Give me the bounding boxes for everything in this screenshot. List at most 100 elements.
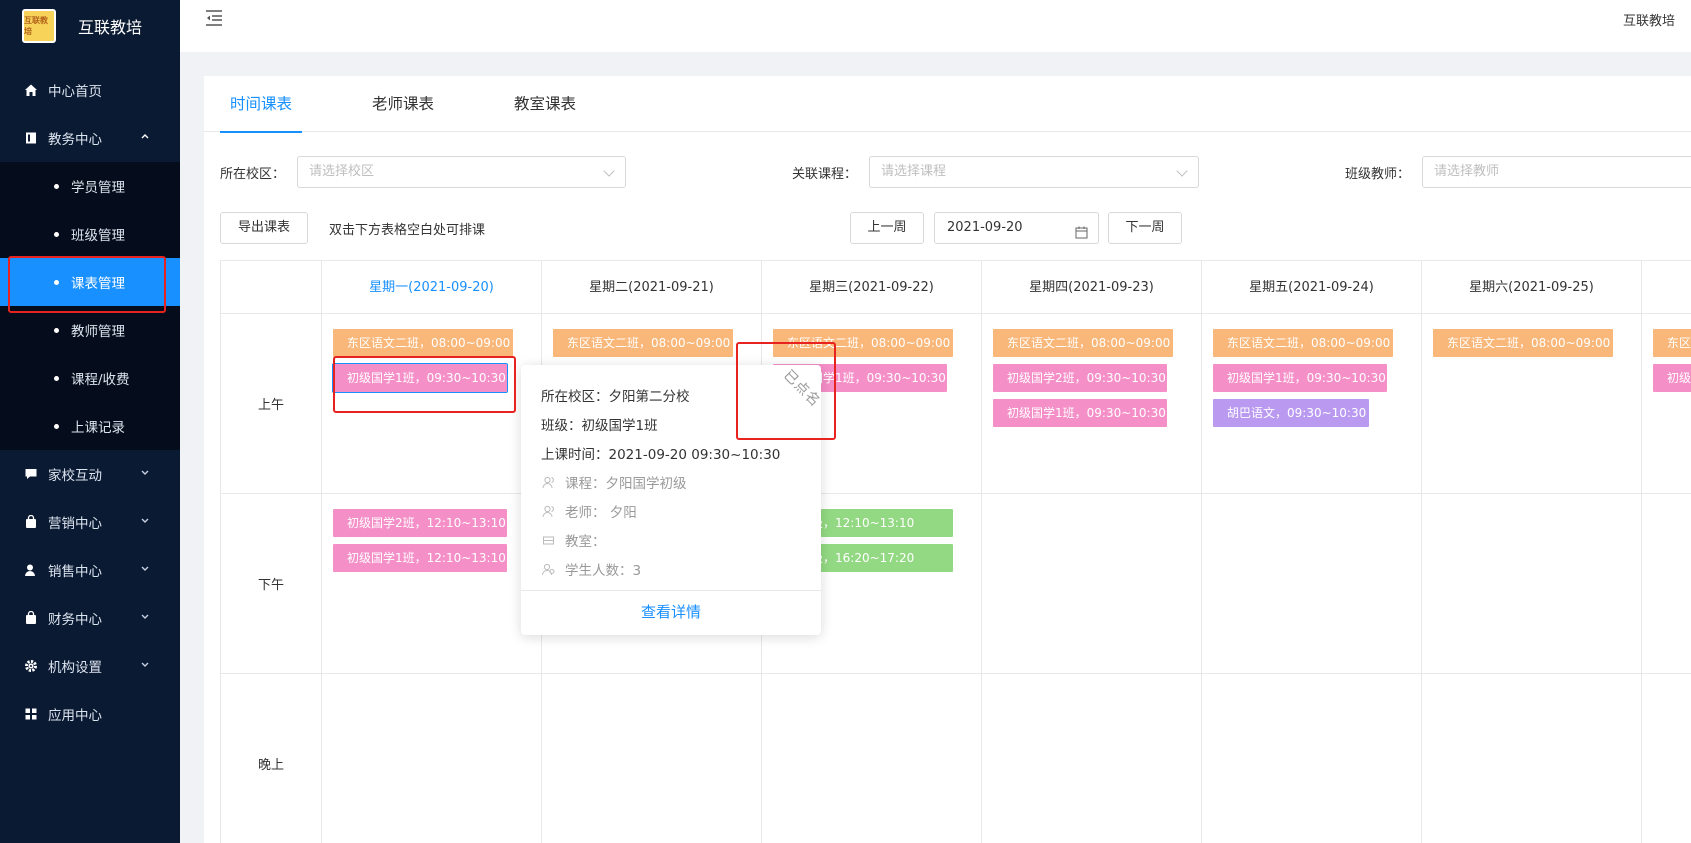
- sidebar-item-settings[interactable]: 机构设置: [0, 642, 180, 690]
- sidebar-item-marketing[interactable]: 营销中心: [0, 498, 180, 546]
- course-block[interactable]: 东区语文二班，08:00~09:00: [333, 329, 513, 357]
- bullet-icon: [54, 231, 59, 237]
- course-block[interactable]: 东区: [1653, 329, 1691, 357]
- stamp-text: 已点名: [780, 367, 824, 411]
- prev-week-button[interactable]: 上一周: [850, 212, 924, 244]
- schedule-hint: 双击下方表格空白处可排课: [329, 223, 486, 238]
- schedule-cell[interactable]: [982, 494, 1202, 674]
- popover-class: 班级：初级国学1班: [541, 418, 658, 434]
- course-block[interactable]: 初级国学2班，12:10~13:10: [333, 509, 507, 537]
- attendance-stamp: 已点名: [740, 350, 840, 430]
- sidebar-item-apps[interactable]: 应用中心: [0, 690, 180, 738]
- main-panel: 时间课表 老师课表 教室课表 所在校区： 请选择校区 关联课程： 请选择课程 班…: [204, 76, 1691, 843]
- course-block[interactable]: 东区语文二班，08:00~09:00: [1433, 329, 1613, 357]
- bullet-icon: [54, 183, 59, 189]
- week-date-picker[interactable]: 2021-09-20: [934, 212, 1099, 244]
- course-block[interactable]: 胡巴语文，09:30~10:30: [1213, 399, 1369, 427]
- schedule-cell[interactable]: [982, 674, 1202, 843]
- user-icon: [541, 475, 555, 489]
- popover-students-text: 学生人数：3: [565, 563, 642, 579]
- course-block[interactable]: 初级国学1班，09:30~10:30: [1213, 364, 1387, 392]
- campus-select[interactable]: 请选择校区: [297, 156, 626, 188]
- schedule-cell[interactable]: [762, 674, 982, 843]
- day-header-sat: 星期六(2021-09-25): [1422, 261, 1642, 314]
- period-label: 上午: [257, 398, 284, 413]
- sidebar-item-label: 学员管理: [71, 180, 125, 196]
- course-block[interactable]: 初级国学1班，12:10~13:10: [333, 544, 507, 572]
- course-block[interactable]: 东区语文二班，08:00~09:00: [993, 329, 1173, 357]
- teacher-label: 班级教师：: [1345, 167, 1411, 182]
- sidebar-item-teachers[interactable]: 教师管理: [0, 306, 180, 354]
- schedule-cell[interactable]: [542, 674, 762, 843]
- sidebar-item-finance[interactable]: 财务中心: [0, 594, 180, 642]
- sidebar-item-label: 销售中心: [48, 564, 102, 580]
- schedule-cell[interactable]: [1202, 674, 1422, 843]
- sidebar-item-label: 班级管理: [71, 228, 125, 244]
- wallet-icon: [24, 611, 38, 625]
- popover-course-text: 课程：夕阳国学初级: [565, 476, 687, 492]
- chevron-down-icon: [140, 660, 150, 673]
- schedule-cell[interactable]: [1202, 494, 1422, 674]
- schedule-cell[interactable]: [1642, 674, 1691, 843]
- schedule-cell[interactable]: [1642, 494, 1691, 674]
- sidebar-item-home[interactable]: 中心首页: [0, 66, 180, 114]
- menu-collapse-icon[interactable]: [204, 8, 224, 28]
- sidebar-item-courses[interactable]: 课程/收费: [0, 354, 180, 402]
- course-block-selected[interactable]: 初级国学1班，09:30~10:30: [332, 363, 508, 393]
- export-schedule-button[interactable]: 导出课表: [220, 212, 308, 244]
- chevron-down-icon: [140, 612, 150, 625]
- tab-room-schedule[interactable]: 教室课表: [504, 76, 586, 132]
- schedule-cell[interactable]: [1422, 674, 1642, 843]
- schedule-cell[interactable]: [1422, 494, 1642, 674]
- tab-time-schedule[interactable]: 时间课表: [220, 76, 303, 133]
- room-icon: [541, 533, 555, 547]
- schedule-cell[interactable]: [322, 674, 542, 843]
- sidebar-item-label: 机构设置: [48, 660, 102, 676]
- day-header-mon: 星期一(2021-09-20): [322, 261, 542, 314]
- week-date-value: 2021-09-20: [947, 220, 1023, 235]
- popover-students: 学生人数：3: [541, 559, 641, 579]
- chevron-down-icon: [1176, 165, 1188, 177]
- sidebar-item-label: 教师管理: [71, 324, 125, 340]
- sidebar-item-label: 家校互动: [48, 468, 102, 484]
- sidebar-item-academic[interactable]: 教务中心: [0, 114, 180, 162]
- action-row: 导出课表 双击下方表格空白处可排课 上一周 2021-09-20 下一周: [220, 212, 1691, 244]
- course-block[interactable]: 初级国学1班，09:30~10:30: [993, 399, 1167, 427]
- sidebar-menu: 中心首页 教务中心 学员管理 班级管理 课表管理 教师管理 课程/收费 上课记录…: [0, 66, 180, 738]
- filter-row: 所在校区： 请选择校区 关联课程： 请选择课程 班级教师： 请选择教师: [220, 156, 1691, 188]
- period-label: 下午: [257, 578, 284, 593]
- home-icon: [24, 83, 38, 97]
- course-block[interactable]: 东区语文二班，08:00~09:00: [1213, 329, 1393, 357]
- popover-divider: [521, 590, 821, 591]
- schedule-table: 星期一(2021-09-20) 星期二(2021-09-21) 星期三(2021…: [220, 260, 1691, 843]
- sidebar-item-sales[interactable]: 销售中心: [0, 546, 180, 594]
- period-afternoon: 下午: [221, 494, 322, 674]
- campus-placeholder: 请选择校区: [309, 164, 375, 179]
- course-label: 关联课程：: [792, 167, 858, 182]
- day-header-sun: [1642, 261, 1691, 314]
- next-week-button[interactable]: 下一周: [1108, 212, 1182, 244]
- popover-time: 上课时间：2021-09-20 09:30~10:30: [541, 447, 781, 463]
- course-select[interactable]: 请选择课程: [869, 156, 1199, 188]
- sidebar-item-label: 财务中心: [48, 612, 102, 628]
- app-name: 互联教培: [78, 18, 143, 37]
- sidebar-item-students[interactable]: 学员管理: [0, 162, 180, 210]
- course-block[interactable]: 初级: [1653, 364, 1691, 392]
- sidebar-item-home-school[interactable]: 家校互动: [0, 450, 180, 498]
- popover-room-text: 教室：: [565, 534, 606, 550]
- period-evening: 晚上: [221, 674, 322, 843]
- course-block[interactable]: 东区语文二班，08:00~09:00: [553, 329, 733, 357]
- sidebar-item-records[interactable]: 上课记录: [0, 402, 180, 450]
- sidebar-item-classes[interactable]: 班级管理: [0, 210, 180, 258]
- view-details-link[interactable]: 查看详情: [521, 601, 821, 622]
- chevron-down-icon: [140, 468, 150, 481]
- header-user[interactable]: 互联教培: [1623, 10, 1675, 29]
- chat-icon: [24, 467, 38, 481]
- teacher-select[interactable]: 请选择教师: [1422, 156, 1691, 188]
- user-icon: [24, 563, 38, 577]
- course-block[interactable]: 初级国学2班，09:30~10:30: [993, 364, 1167, 392]
- bullet-icon: [54, 423, 59, 429]
- tab-teacher-schedule[interactable]: 老师课表: [362, 76, 444, 132]
- sidebar: 互联教培 互联教培 中心首页 教务中心 学员管理 班级管理 课表管理 教师管理 …: [0, 0, 180, 843]
- sidebar-item-schedule[interactable]: 课表管理: [0, 258, 180, 306]
